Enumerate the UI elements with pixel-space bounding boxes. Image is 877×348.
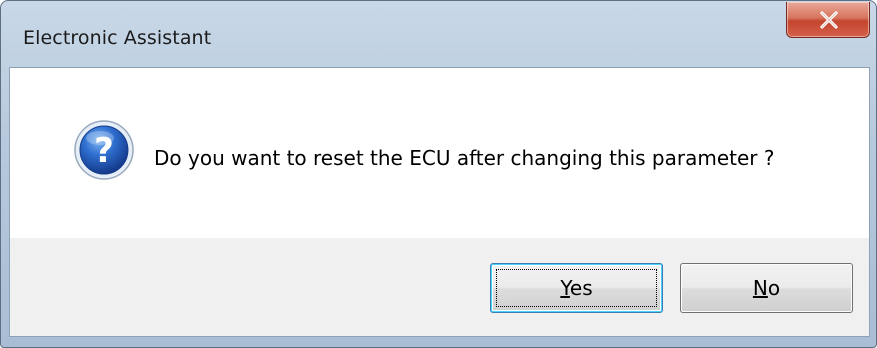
- yes-button[interactable]: Yes: [490, 263, 663, 313]
- question-icon: ?: [74, 120, 134, 180]
- dialog-window: Electronic Assistant ? Do you want to re…: [0, 0, 877, 348]
- svg-text:?: ?: [94, 131, 114, 171]
- yes-button-label: Yes: [560, 276, 592, 300]
- no-button[interactable]: No: [680, 263, 853, 313]
- dialog-body: ? Do you want to reset the ECU after cha…: [9, 67, 870, 337]
- yes-mnemonic: Y: [560, 276, 570, 300]
- no-mnemonic: N: [752, 276, 768, 300]
- close-icon: [820, 11, 838, 29]
- dialog-message: Do you want to reset the ECU after chang…: [154, 146, 775, 170]
- no-label-rest: o: [767, 276, 781, 300]
- no-button-label: No: [753, 276, 780, 300]
- button-bar: Yes No: [10, 238, 869, 336]
- title-bar[interactable]: Electronic Assistant: [1, 1, 876, 67]
- close-button[interactable]: [786, 2, 870, 38]
- yes-label-rest: es: [569, 276, 593, 300]
- message-area: ? Do you want to reset the ECU after cha…: [10, 68, 869, 238]
- window-title: Electronic Assistant: [23, 27, 212, 49]
